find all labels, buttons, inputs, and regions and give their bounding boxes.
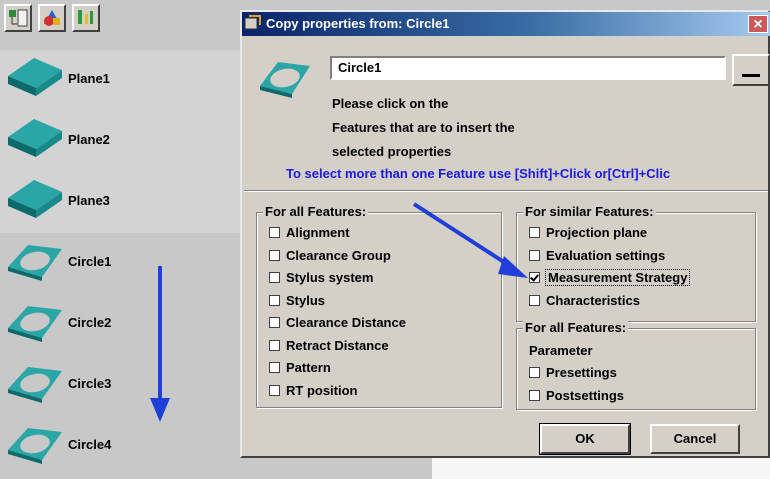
checkbox-option[interactable]: Alignment (269, 225, 350, 247)
circle-feature-icon (260, 62, 310, 98)
tree-item-label: Circle4 (68, 437, 112, 452)
tree-item-label: Circle2 (68, 315, 112, 330)
tree-item[interactable]: Circle4 (6, 420, 236, 470)
tree-item[interactable]: Circle2 (6, 298, 236, 348)
checkbox-label: Stylus (286, 292, 326, 308)
tree-item[interactable]: Plane3 (6, 176, 236, 226)
tree-item-label: Circle3 (68, 376, 112, 391)
checkbox-label: Pattern (286, 360, 331, 375)
copy-properties-dialog: Copy properties from: Circle1 × Circle1 … (240, 10, 770, 458)
checkbox-label: Alignment (286, 225, 350, 240)
tree-item-label: Plane1 (68, 71, 110, 86)
feature-toolbar (0, 0, 240, 44)
circle-feature-icon (8, 245, 62, 281)
circle-feature-icon (8, 306, 62, 342)
checkbox-option[interactable]: Measurement Strategy (529, 269, 691, 292)
checkbox[interactable] (529, 272, 540, 284)
checkbox[interactable] (529, 367, 540, 379)
cancel-button[interactable]: Cancel (650, 424, 740, 454)
checkbox[interactable] (269, 339, 280, 351)
copy-properties-icon (244, 15, 261, 30)
dialog-title: Copy properties from: Circle1 (266, 16, 450, 31)
checkbox-label: Characteristics (546, 292, 640, 308)
similar-features-group: For similar Features: Projection plane Ev… (516, 204, 756, 322)
feature-tree-button[interactable] (4, 4, 32, 32)
checkbox-label: Postsettings (546, 387, 625, 403)
separator (244, 190, 768, 192)
checkbox-label: RT position (286, 382, 358, 398)
checkbox-label: Clearance Distance (286, 315, 406, 330)
checkbox-option[interactable]: Clearance Group (269, 248, 391, 270)
checkbox[interactable] (269, 294, 280, 306)
checkbox[interactable] (269, 249, 280, 261)
parameter-group-legend: For all Features: (523, 320, 629, 335)
all-features-legend: For all Features: (263, 204, 369, 219)
checkbox-option[interactable]: Projection plane (529, 225, 647, 247)
shapes-button[interactable] (38, 4, 66, 32)
feature-name-field[interactable]: Circle1 (330, 56, 726, 80)
checkbox-option[interactable]: Characteristics (529, 293, 640, 315)
checkbox-label: Evaluation settings (546, 247, 666, 263)
minimize-button[interactable] (732, 54, 770, 86)
checkbox[interactable] (269, 384, 280, 396)
parameter-group: For all Features: Parameter Presettings P… (516, 320, 756, 410)
checkbox-label: Clearance Group (286, 247, 391, 263)
feature-tree-icon (9, 9, 28, 27)
multi-select-hint: To select more than one Feature use [Shi… (286, 166, 671, 181)
tree-item[interactable]: Circle1 (6, 237, 236, 287)
checkbox[interactable] (269, 362, 280, 374)
plane-icon (8, 58, 62, 96)
trace-icon (78, 10, 93, 24)
instruction-line-1: Please click on the (332, 96, 449, 111)
checkbox[interactable] (529, 227, 540, 239)
shapes-icon (44, 10, 60, 26)
checkbox[interactable] (529, 389, 540, 401)
checkbox-option[interactable]: Pattern (269, 360, 331, 382)
checkbox-option[interactable]: RT position (269, 383, 358, 405)
checkbox[interactable] (269, 317, 280, 329)
checkbox-label: Projection plane (546, 225, 648, 240)
trace-button[interactable] (72, 4, 100, 32)
checkbox-label: Presettings (546, 365, 617, 380)
checkbox-option[interactable]: Retract Distance (269, 338, 389, 360)
tree-item[interactable]: Plane2 (6, 115, 236, 165)
feature-tree: Plane1 Plane2 Plane3 Circle1 Circle2 Circle3 C… (0, 50, 240, 479)
checkbox[interactable] (269, 227, 280, 239)
tree-item-label: Circle1 (68, 254, 112, 269)
checkbox-label: Stylus system (286, 270, 374, 285)
tree-item[interactable]: Circle3 (6, 359, 236, 409)
close-button[interactable]: × (748, 15, 768, 33)
circle-feature-icon (8, 367, 62, 403)
checkbox-option[interactable]: Stylus (269, 293, 325, 315)
checkbox-option[interactable]: Postsettings (529, 388, 624, 410)
instruction-line-2: Features that are to insert the (332, 120, 515, 135)
plane-icon (8, 119, 62, 157)
checkbox-label: Measurement Strategy (544, 269, 691, 286)
similar-features-legend: For similar Features: (523, 204, 656, 219)
tree-item[interactable]: Plane1 (6, 54, 236, 104)
tree-item-label: Plane2 (68, 132, 110, 147)
plane-icon (8, 180, 62, 218)
checkbox-option[interactable]: Stylus system (269, 270, 373, 292)
checkbox-option[interactable]: Evaluation settings (529, 248, 665, 270)
circle-feature-icon (8, 428, 62, 464)
instruction-line-3: selected properties (332, 144, 452, 159)
checkbox[interactable] (529, 294, 540, 306)
ok-button[interactable]: OK (539, 423, 631, 455)
down-arrow-annotation (150, 266, 170, 422)
checkbox-label: Retract Distance (286, 337, 389, 353)
tree-item-label: Plane3 (68, 193, 110, 208)
parameter-label: Parameter (529, 343, 593, 358)
checkbox-option[interactable]: Presettings (529, 365, 617, 387)
checkbox[interactable] (269, 272, 280, 284)
minus-icon (742, 74, 760, 77)
all-features-group: For all Features: Alignment Clearance Gro… (256, 204, 502, 408)
checkbox[interactable] (529, 249, 540, 261)
dialog-titlebar[interactable]: Copy properties from: Circle1 × (242, 12, 770, 36)
checkbox-option[interactable]: Clearance Distance (269, 315, 406, 337)
